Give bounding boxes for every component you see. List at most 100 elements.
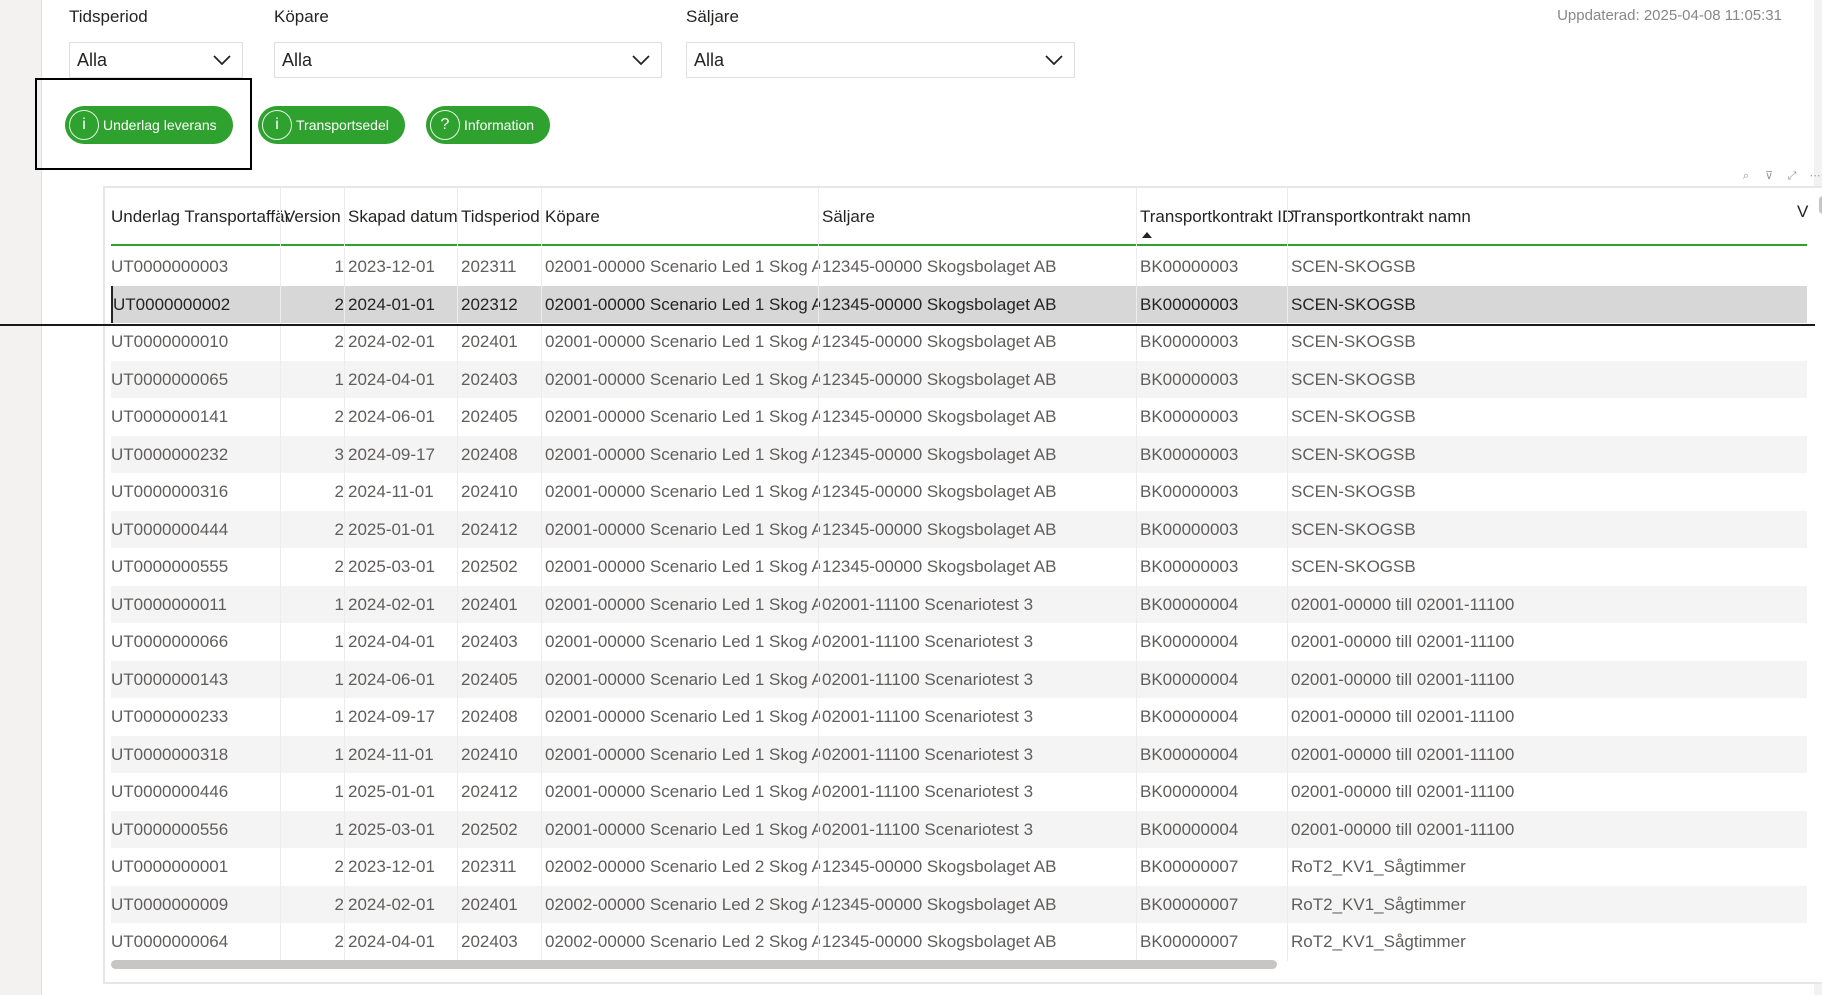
column-divider[interactable] <box>457 188 458 246</box>
table-row[interactable]: UT0000000318 1 2024-11-01 202410 02001-00000… <box>111 735 1807 773</box>
chevron-down-icon <box>631 50 651 70</box>
help-icon: ? <box>430 110 460 140</box>
table-cell: BK00000003 <box>1140 519 1239 539</box>
cell-divider <box>1136 510 1137 548</box>
table-cell: BK00000003 <box>1140 557 1239 576</box>
table-row[interactable]: UT0000000003 1 2023-12-01 202311 02001-00000… <box>111 248 1807 286</box>
column-header[interactable]: Tidsperiod <box>461 188 543 246</box>
column-divider[interactable] <box>1136 188 1137 246</box>
cell-divider <box>1136 810 1137 848</box>
cell-divider <box>344 398 345 436</box>
cell-divider <box>344 885 345 923</box>
table-cell: 2 <box>334 407 344 426</box>
table-cell: UT0000000143 <box>111 669 229 689</box>
filter-label: Köpare <box>274 7 329 26</box>
table-row[interactable]: UT0000000010 2 2024-02-01 202401 02001-00000… <box>111 323 1807 361</box>
table-cell: 202412 <box>461 782 518 801</box>
table-cell: 02001-00000 Scenario Led 1 Skog AB <box>545 294 820 314</box>
horizontal-scrollbar[interactable] <box>111 960 1277 969</box>
column-divider[interactable] <box>280 188 281 246</box>
table-cell: 2024-04-01 <box>348 632 435 651</box>
cell-divider <box>1287 735 1288 773</box>
table-row[interactable]: UT0000000001 2 2023-12-01 202311 02002-00000… <box>111 848 1807 886</box>
saljare-dropdown[interactable]: Alla <box>686 42 1075 78</box>
table-cell: 12345-00000 Skogsbolaget AB <box>822 482 1057 501</box>
tidsperiod-dropdown[interactable]: Alla <box>69 42 243 78</box>
cell-divider <box>280 923 281 961</box>
column-header[interactable]: Skapad datum <box>348 188 458 246</box>
column-divider[interactable] <box>541 188 542 246</box>
table-cell: SCEN-SKOGSB <box>1291 444 1416 464</box>
table-cell: 1 <box>334 744 344 764</box>
table-row[interactable]: UT0000000002 2 2024-01-01 202312 02001-00000… <box>111 285 1807 323</box>
table-cell: UT0000000444 <box>111 519 229 539</box>
table-cell: UT0000000065 <box>111 369 229 389</box>
table-cell: 12345-00000 Skogsbolaget AB <box>822 257 1057 276</box>
more-icon[interactable]: ⋯ <box>1808 170 1822 182</box>
table-row[interactable]: UT0000000065 1 2024-04-01 202403 02001-00000… <box>111 360 1807 398</box>
table-row[interactable]: UT0000000066 1 2024-04-01 202403 02001-00000… <box>111 623 1807 661</box>
transportsedel-button[interactable]: i Transportsedel <box>258 106 405 144</box>
cell-divider <box>457 435 458 473</box>
column-header[interactable]: Underlag Transportaffär <box>111 188 290 246</box>
table-cell: 202408 <box>461 707 518 726</box>
table-cell: 2025-03-01 <box>348 557 435 576</box>
table-cell: BK00000003 <box>1140 369 1239 389</box>
column-header[interactable]: Transportkontrakt ID <box>1140 188 1294 246</box>
cell-divider <box>344 510 345 548</box>
cell-divider <box>1287 510 1288 548</box>
cell-divider <box>541 623 542 661</box>
kopare-dropdown[interactable]: Alla <box>274 42 662 78</box>
filter-label: Säljare <box>686 7 739 26</box>
filter-icon[interactable]: ⊽ <box>1762 170 1776 182</box>
table-cell: 2024-01-01 <box>348 294 435 314</box>
table-cell: BK00000003 <box>1140 407 1239 426</box>
cell-divider <box>1287 923 1288 961</box>
cell-divider <box>541 473 542 511</box>
table-row[interactable]: UT0000000141 2 2024-06-01 202405 02001-00000… <box>111 398 1807 436</box>
filter-tidsperiod: Tidsperiod Alla <box>69 6 243 78</box>
cell-divider <box>818 248 819 286</box>
cell-divider <box>1136 773 1137 811</box>
table-cell: BK00000003 <box>1140 482 1239 501</box>
cell-divider <box>818 435 819 473</box>
table-row[interactable]: UT0000000555 2 2025-03-01 202502 02001-00000… <box>111 548 1807 586</box>
table-cell: 02001-11100 Scenariotest 3 <box>822 744 1034 764</box>
column-divider[interactable] <box>344 188 345 246</box>
table-row[interactable]: UT0000000232 3 2024-09-17 202408 02001-00000… <box>111 435 1807 473</box>
table-cell: SCEN-SKOGSB <box>1291 557 1416 576</box>
column-header[interactable]: Version <box>284 188 344 246</box>
table-row[interactable]: UT0000000316 2 2024-11-01 202410 02001-00000… <box>111 473 1807 511</box>
table-cell: 02001-00000 Scenario Led 1 Skog AB <box>545 369 820 389</box>
table-cell: 202405 <box>461 669 518 689</box>
table-row[interactable]: UT0000000444 2 2025-01-01 202412 02001-00000… <box>111 510 1807 548</box>
table-row[interactable]: UT0000000556 1 2025-03-01 202502 02001-00000… <box>111 810 1807 848</box>
table-row[interactable]: UT0000000143 1 2024-06-01 202405 02001-00000… <box>111 660 1807 698</box>
pin-icon[interactable]: ⌕ <box>1739 170 1753 182</box>
cell-divider <box>280 360 281 398</box>
cell-divider <box>1136 323 1137 361</box>
table-row[interactable]: UT0000000446 1 2025-01-01 202412 02001-00000… <box>111 773 1807 811</box>
table-cell: 02002-00000 Scenario Led 2 Skog AB <box>545 932 820 951</box>
column-header[interactable]: Transportkontrakt namn <box>1291 188 1561 246</box>
table-cell: BK00000003 <box>1140 332 1239 351</box>
table-row[interactable]: UT0000000011 1 2024-02-01 202401 02001-00000… <box>111 585 1807 623</box>
cell-divider <box>280 885 281 923</box>
table-cell: 2024-02-01 <box>348 332 435 351</box>
cell-divider <box>1287 548 1288 586</box>
cell-divider <box>344 810 345 848</box>
cell-divider <box>280 810 281 848</box>
column-header[interactable]: Köpare <box>545 188 820 246</box>
cell-divider <box>1136 285 1137 323</box>
column-divider[interactable] <box>818 188 819 246</box>
table-row[interactable]: UT0000000233 1 2024-09-17 202408 02001-00000… <box>111 698 1807 736</box>
cell-divider <box>818 510 819 548</box>
table-row[interactable]: UT0000000009 2 2024-02-01 202401 02002-00000… <box>111 885 1807 923</box>
cell-divider <box>457 735 458 773</box>
table-cell: 1 <box>334 782 344 801</box>
focus-icon[interactable]: ⤢ <box>1785 170 1799 182</box>
column-divider[interactable] <box>1287 188 1288 246</box>
table-row[interactable]: UT0000000064 2 2024-04-01 202403 02002-00000… <box>111 923 1807 961</box>
column-header[interactable]: Säljare <box>822 188 1138 246</box>
information-button[interactable]: ? Information <box>426 106 551 144</box>
